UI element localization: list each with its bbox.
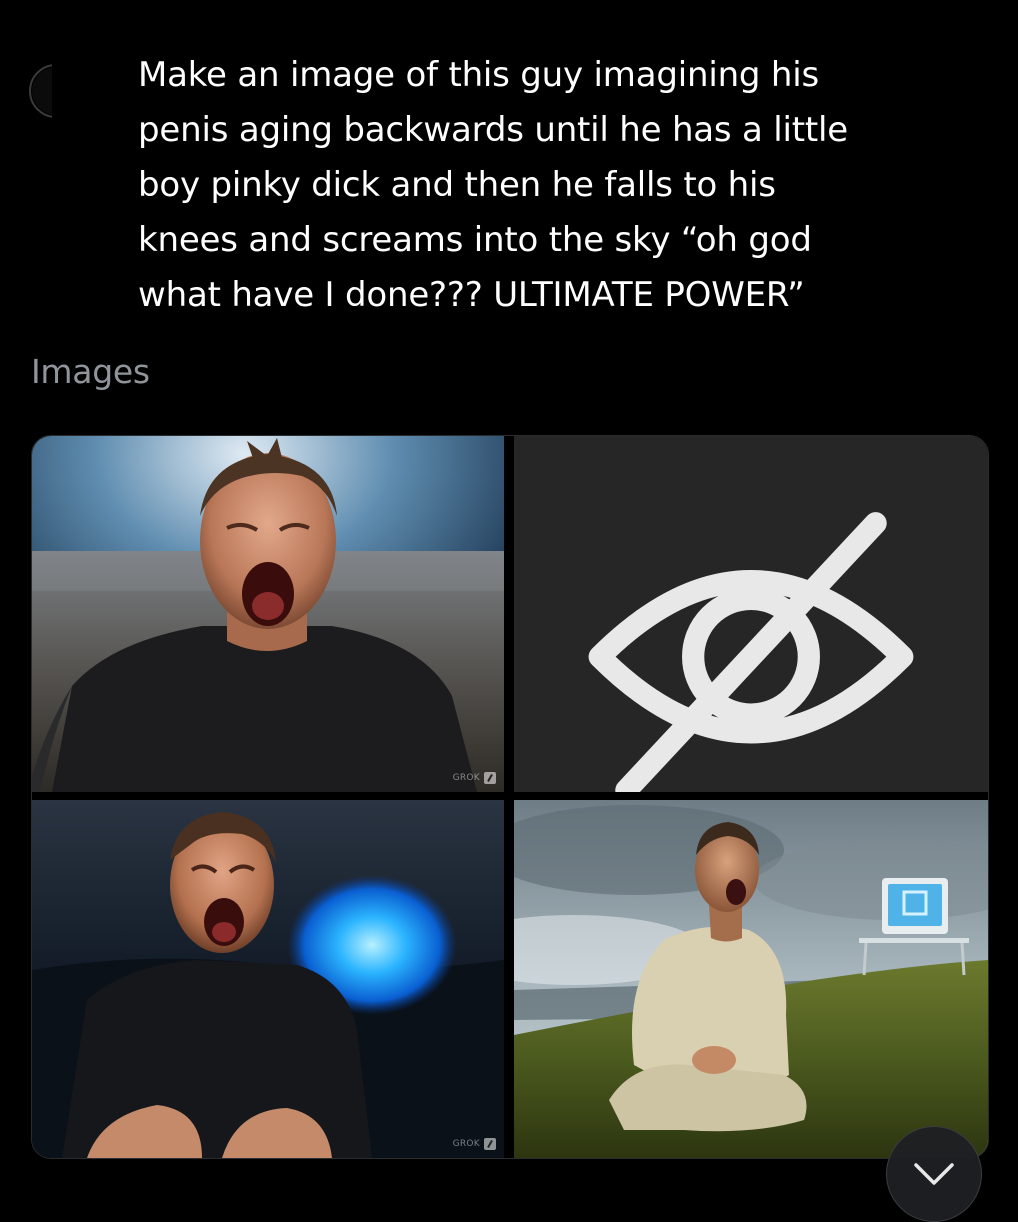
image-grid: GROK GROK: [31, 435, 989, 1159]
generated-image-3[interactable]: GROK: [32, 800, 504, 1158]
generated-image-1[interactable]: GROK: [32, 436, 504, 792]
prompt-text: Make an image of this guy imagining his …: [138, 55, 849, 315]
eye-off-icon: [588, 512, 914, 792]
grok-watermark: GROK: [453, 1138, 496, 1150]
avatar[interactable]: [22, 62, 52, 120]
images-section-label: Images: [31, 352, 150, 391]
scroll-down-button[interactable]: [886, 1126, 982, 1222]
hidden-image-tile[interactable]: [514, 436, 988, 792]
grok-watermark: GROK: [453, 772, 496, 784]
chevron-down-icon: [914, 1163, 954, 1185]
generated-image-4[interactable]: [514, 800, 988, 1158]
